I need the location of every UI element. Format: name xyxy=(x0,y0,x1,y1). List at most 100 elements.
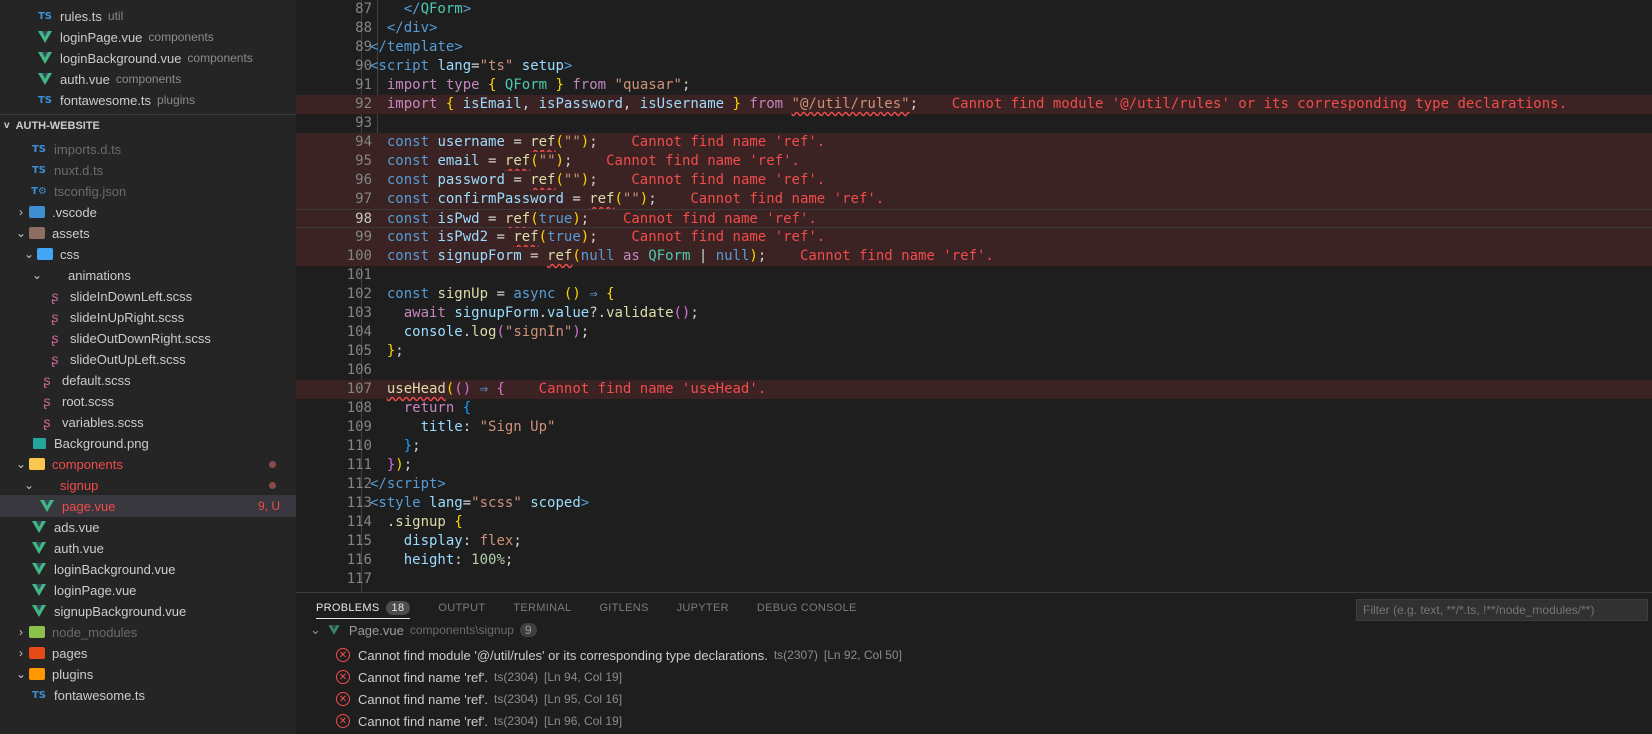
tab-gitlens[interactable]: GITLENS xyxy=(599,602,648,614)
file-item[interactable]: auth.vue xyxy=(0,537,296,559)
file-item[interactable]: signupBackground.vue xyxy=(0,600,296,622)
line-number: 91 xyxy=(355,77,372,93)
tab-problems[interactable]: PROBLEMS 18 xyxy=(316,601,411,619)
folder-item[interactable]: ⌄ signup xyxy=(0,474,296,496)
code-line-100[interactable]: 100 const signupForm = ref(null as QForm… xyxy=(296,247,1652,266)
chevron-down-icon: ⌄ xyxy=(15,226,27,240)
code-line-94[interactable]: 94 const username = ref(""); Cannot find… xyxy=(296,133,1652,152)
sass-file-icon: ʂ xyxy=(51,330,59,346)
folder-icon xyxy=(28,226,46,240)
code-line-102[interactable]: 102 const signUp = async () ⇒ { xyxy=(296,285,1652,304)
file-item[interactable]: ʂ default.scss xyxy=(0,369,296,391)
file-item[interactable]: T⚙ tsconfig.json xyxy=(0,180,296,202)
folder-item[interactable]: › node_modules xyxy=(0,621,296,643)
tab-debug-console[interactable]: DEBUG CONSOLE xyxy=(757,602,857,614)
tab-label: OUTPUT xyxy=(438,602,486,614)
problem-item[interactable]: ✕ Cannot find name 'ref'. ts(2304) [Ln 94, … xyxy=(296,666,1652,688)
code-line-90[interactable]: 90 <script lang="ts" setup> xyxy=(296,57,1652,76)
file-name: css xyxy=(60,246,80,262)
code-line-105[interactable]: 105 }; xyxy=(296,342,1652,361)
code-line-93[interactable]: 93 xyxy=(296,114,1652,133)
code-line-113[interactable]: 113 <style lang="scss" scoped> xyxy=(296,494,1652,513)
file-name: loginBackground.vue xyxy=(54,561,176,577)
tab-jupyter[interactable]: JUPYTER xyxy=(677,602,729,614)
code-line-88[interactable]: 88 </div> xyxy=(296,19,1652,38)
tab-label: GITLENS xyxy=(599,602,649,614)
file-item[interactable]: Background.png xyxy=(0,432,296,454)
tab-terminal[interactable]: TERMINAL xyxy=(513,602,571,614)
line-number: 94 xyxy=(355,134,372,150)
code-editor[interactable]: 87 </QForm> 88 </div> 89 </template> 90 <s… xyxy=(296,0,1652,592)
code-line-109[interactable]: 109 title: "Sign Up" xyxy=(296,418,1652,437)
folder-item[interactable]: › .vscode xyxy=(0,201,296,223)
problems-filter-input[interactable] xyxy=(1356,599,1648,621)
open-editor-item[interactable]: TS rules.ts util xyxy=(0,5,296,27)
folder-item[interactable]: ⌄ animations xyxy=(0,264,296,286)
open-editor-item[interactable]: auth.vue components xyxy=(0,68,296,90)
code-line-112[interactable]: 112 </script> xyxy=(296,475,1652,494)
chevron-right-icon: › xyxy=(19,205,23,219)
code-line-89[interactable]: 89 </template> xyxy=(296,38,1652,57)
code-line-97[interactable]: 97 const confirmPassword = ref(""); Cann… xyxy=(296,190,1652,209)
file-item[interactable]: ʂ variables.scss xyxy=(0,411,296,433)
line-number: 109 xyxy=(346,419,372,435)
folder-item[interactable]: ⌄ plugins xyxy=(0,663,296,685)
file-name: Background.png xyxy=(54,435,149,451)
problems-file-group[interactable]: ⌄ Page.vue components\signup 9 xyxy=(296,622,1652,638)
file-item[interactable]: TS nuxt.d.ts xyxy=(0,159,296,181)
code-line-91[interactable]: 91 import type { QForm } from "quasar"; xyxy=(296,76,1652,95)
problem-message: Cannot find name 'ref'. xyxy=(358,713,488,729)
code-line-117[interactable]: 117 xyxy=(296,570,1652,589)
file-item[interactable]: ʂ root.scss xyxy=(0,390,296,412)
folder-icon xyxy=(36,247,54,261)
problem-item[interactable]: ✕ Cannot find name 'ref'. ts(2304) [Ln 96, … xyxy=(296,710,1652,732)
explorer-section-header[interactable]: v AUTH-WEBSITE xyxy=(0,114,296,136)
code-line-116[interactable]: 116 height: 100%; xyxy=(296,551,1652,570)
file-item[interactable]: TS imports.d.ts xyxy=(0,138,296,160)
line-number: 111 xyxy=(346,457,372,473)
code-line-115[interactable]: 115 display: flex; xyxy=(296,532,1652,551)
code-line-114[interactable]: 114 .signup { xyxy=(296,513,1652,532)
file-item[interactable]: ʂ slideInDownLeft.scss xyxy=(0,285,296,307)
code-line-101[interactable]: 101 xyxy=(296,266,1652,285)
code-line-104[interactable]: 104 console.log("signIn"); xyxy=(296,323,1652,342)
open-editor-item[interactable]: loginBackground.vue components xyxy=(0,47,296,69)
code-line-92[interactable]: 92 import { isEmail, isPassword, isUsern… xyxy=(296,95,1652,114)
vue-file-icon xyxy=(30,583,48,597)
file-item[interactable]: ʂ slideInUpRight.scss xyxy=(0,306,296,328)
file-item[interactable]: loginPage.vue xyxy=(0,579,296,601)
folder-item[interactable]: ⌄ css xyxy=(0,243,296,265)
file-item[interactable]: TS fontawesome.ts xyxy=(0,684,296,706)
folder-item[interactable]: › pages xyxy=(0,642,296,664)
tab-label: PROBLEMS xyxy=(316,602,380,614)
code-line-108[interactable]: 108 return { xyxy=(296,399,1652,418)
section-title: AUTH-WEBSITE xyxy=(15,119,100,132)
tab-output[interactable]: OUTPUT xyxy=(438,602,485,614)
code-line-110[interactable]: 110 }; xyxy=(296,437,1652,456)
file-name: imports.d.ts xyxy=(54,141,122,157)
code-line-95[interactable]: 95 const email = ref(""); Cannot find na… xyxy=(296,152,1652,171)
problem-item[interactable]: ✕ Cannot find module '@/util/rules' or it… xyxy=(296,644,1652,666)
line-number: 102 xyxy=(346,286,372,302)
problem-item[interactable]: ✕ Cannot find name 'ref'. ts(2304) [Ln 95, … xyxy=(296,688,1652,710)
code-line-96[interactable]: 96 const password = ref(""); Cannot find… xyxy=(296,171,1652,190)
file-item[interactable]: ads.vue xyxy=(0,516,296,538)
code-line-99[interactable]: 99 const isPwd2 = ref(true); Cannot find… xyxy=(296,228,1652,247)
code-line-98[interactable]: 98 const isPwd = ref(true); Cannot find … xyxy=(296,209,1652,228)
code-line-107[interactable]: 107 useHead(() ⇒ { Cannot find name 'use… xyxy=(296,380,1652,399)
file-item[interactable]: page.vue 9, U xyxy=(0,495,296,517)
file-item[interactable]: loginBackground.vue xyxy=(0,558,296,580)
file-item[interactable]: ʂ slideOutUpLeft.scss xyxy=(0,348,296,370)
open-editor-item[interactable]: loginPage.vue components xyxy=(0,26,296,48)
folder-item[interactable]: ⌄ assets xyxy=(0,222,296,244)
file-name: assets xyxy=(52,225,90,241)
sass-file-icon: ʂ xyxy=(51,351,59,367)
code-line-106[interactable]: 106 xyxy=(296,361,1652,380)
code-line-103[interactable]: 103 await signupForm.value?.validate(); xyxy=(296,304,1652,323)
file-item[interactable]: ʂ slideOutDownRight.scss xyxy=(0,327,296,349)
typescript-file-icon: TS xyxy=(31,143,47,155)
code-line-111[interactable]: 111 }); xyxy=(296,456,1652,475)
folder-item[interactable]: ⌄ components xyxy=(0,453,296,475)
code-line-87[interactable]: 87 </QForm> xyxy=(296,0,1652,19)
open-editor-item[interactable]: TS fontawesome.ts plugins xyxy=(0,89,296,111)
